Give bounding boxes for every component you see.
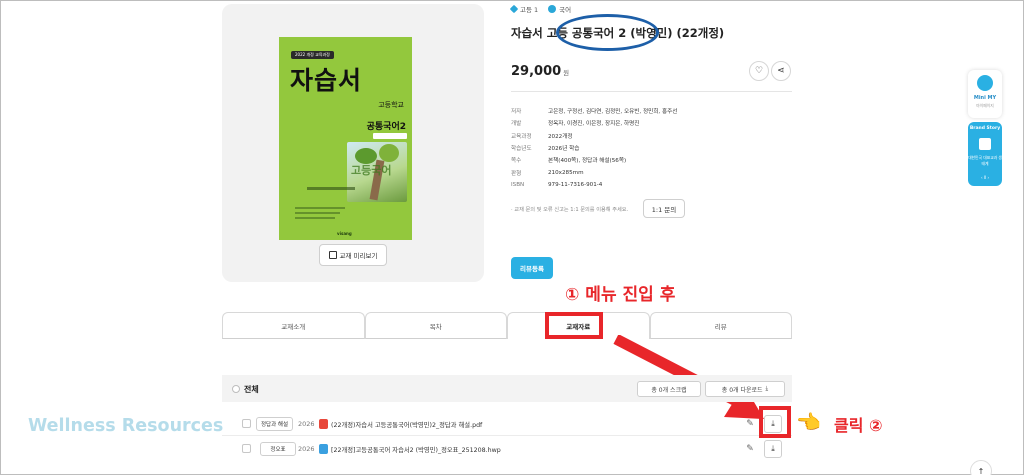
mini-my-subtitle: 마이페이지 [976, 103, 994, 108]
share-icon: ⋖ [777, 66, 785, 76]
brand-pager[interactable]: ‹ II › [968, 175, 1002, 180]
preview-button[interactable]: 교재 미리보기 [319, 244, 387, 266]
spec-key: 쪽수 [511, 158, 522, 165]
publisher-logo: visang [337, 231, 352, 236]
spec-row: 개발 정옥자, 이경진, 이은정, 장지은, 하명진 [511, 117, 677, 129]
inquiry-button[interactable]: 1:1 문의 [643, 199, 685, 218]
row-divider [222, 435, 792, 436]
row-tag: 정오표 [260, 442, 296, 456]
spec-value: 본책(400쪽), 정답과 해설(56쪽) [548, 158, 627, 165]
wishlist-button[interactable]: ♡ [749, 61, 769, 81]
spec-value: 2026년 학습 [548, 146, 580, 153]
list-item: 정오표 2026 [22개정]고등공통국어 자습서2 (박영민)_정오표_251… [222, 437, 792, 461]
mascot-icon [977, 75, 993, 91]
download-all-button[interactable]: 총 0개 다운로드 ⤓ [705, 381, 785, 397]
download-all-label: 총 0개 다운로드 [721, 386, 763, 394]
book-cover-image: 2022 개정 교육과정 자습서 고등학교 공통국어2 고등국어 visang [279, 37, 412, 240]
cover-school: 고등학교 [378, 101, 404, 109]
spec-row: 판형 210x285mm [511, 166, 677, 178]
pin-icon[interactable]: ✎ [742, 416, 758, 432]
inquiry-notice: · 교재 문의 및 오류 신고는 1:1 문의를 이용해 주세요. [511, 207, 629, 213]
grade-label: 고등 1 [520, 6, 539, 14]
scrap-all-button[interactable]: 총 0개 스크랩 [637, 381, 701, 397]
spec-value: 979-11-7316-901-4 [548, 181, 603, 188]
spec-row: ISBN 979-11-7316-901-4 [511, 179, 677, 191]
spec-table: 저자 고은정, 구정선, 김다연, 김정민, 오유빈, 정민희, 홍주선개발 정옥자… [511, 105, 677, 191]
book-icon [328, 251, 337, 259]
subject-chip: 국어 [548, 4, 571, 14]
subject-label: 국어 [559, 6, 572, 14]
brand-story-widget[interactable]: Brand Story 대한민국 대표교과 생태계 ‹ II › [968, 122, 1002, 186]
row-tag: 정답과 해설 [256, 417, 294, 431]
arrow-up-icon: ↑ [977, 466, 985, 475]
spec-row: 저자 고은정, 구정선, 김다연, 김정민, 오유빈, 정민희, 홍주선 [511, 105, 677, 117]
pdf-icon [319, 419, 328, 429]
highlight-box-tab [545, 312, 603, 339]
divider [511, 91, 792, 92]
spec-value: 고은정, 구정선, 김다연, 김정민, 오유빈, 정민희, 홍주선 [548, 109, 678, 116]
row-download-button[interactable]: ⤓ [764, 440, 782, 458]
annotation-step-2: 클릭 ② [834, 416, 883, 435]
cover-badge: 2022 개정 교육과정 [291, 51, 334, 59]
hwp-icon [319, 444, 328, 454]
spec-value: 210x285mm [548, 169, 584, 176]
cover-art-word: 고등국어 [351, 164, 392, 177]
spec-key: 저자 [511, 109, 522, 116]
row-filename[interactable]: [22개정]고등공통국어 자습서2 (박영민)_정오표_251208.hwp [331, 445, 501, 454]
scrap-all-label: 총 0개 스크랩 [651, 386, 687, 394]
row-checkbox[interactable] [242, 444, 251, 453]
spec-key: 학습년도 [511, 146, 532, 153]
grade-row: 고등 1 국어 [509, 4, 571, 14]
scroll-top-button[interactable]: ↑ [970, 460, 992, 475]
spec-key: ISBN [511, 181, 525, 188]
tab-contents[interactable]: 목차 [364, 312, 507, 339]
select-all-checkbox[interactable] [232, 385, 240, 393]
row-year: 2026 [298, 445, 315, 453]
spec-row: 학습년도 2026년 학습 [511, 142, 677, 154]
row-year: 2026 [298, 420, 315, 428]
price: 29,000 원 [511, 64, 569, 79]
brand-logo-icon [979, 138, 991, 150]
spec-row: 쪽수 본책(400쪽), 정답과 해설(56쪽) [511, 154, 677, 166]
download-icon: ⤓ [771, 444, 775, 453]
pin-icon[interactable]: ✎ [742, 441, 758, 457]
list-item: 정답과 해설 2026 (22개정)자습서 고등공통국어(박영민)2_정답과 해… [222, 412, 792, 436]
brand-story-title: Brand Story [969, 126, 1001, 131]
annotation-step-1: ① 메뉴 진입 후 [565, 285, 676, 305]
mini-my-widget[interactable]: Mini MY 마이페이지 [968, 70, 1002, 118]
price-amount: 29,000 [511, 64, 562, 79]
row-checkbox[interactable] [242, 419, 251, 428]
tab-intro[interactable]: 교재소개 [222, 312, 365, 339]
heart-icon: ♡ [754, 66, 764, 76]
price-unit: 원 [563, 69, 570, 77]
brand-story-text: 대한민국 대표교과 생태계 [968, 155, 1002, 166]
spec-key: 판형 [511, 170, 522, 177]
spec-row: 교육과정 2022개정 [511, 130, 677, 142]
pointing-hand-icon: 👈 [796, 410, 821, 434]
cover-panel: 2022 개정 교육과정 자습서 고등학교 공통국어2 고등국어 visang … [222, 4, 484, 282]
spec-key: 개발 [511, 121, 522, 128]
review-button[interactable]: 리뷰등록 [511, 257, 553, 279]
subject-icon [548, 5, 557, 13]
preview-label: 교재 미리보기 [339, 252, 378, 260]
share-button[interactable]: ⋖ [771, 61, 791, 81]
select-all-label: 전체 [244, 385, 259, 394]
star-icon [509, 4, 519, 14]
spec-value: 2022개정 [548, 133, 573, 140]
spec-key: 교육과정 [511, 133, 532, 140]
mini-my-title: Mini MY [973, 95, 997, 101]
highlight-box-download [759, 406, 791, 438]
row-filename[interactable]: (22개정)자습서 고등공통국어(박영민)2_정답과 해설.pdf [331, 420, 482, 429]
cover-title: 자습서 [290, 66, 363, 95]
cover-illustration: 고등국어 [347, 142, 407, 202]
watermark: Wellness Resources [28, 416, 224, 436]
spec-value: 정옥자, 이경진, 이은정, 장지은, 하명진 [548, 121, 640, 128]
cover-author-box [373, 133, 407, 139]
grade-chip: 고등 1 [509, 4, 539, 14]
download-icon: ⤓ [765, 385, 769, 392]
highlight-oval [556, 14, 659, 51]
cover-subject: 공통국어2 [366, 122, 406, 132]
